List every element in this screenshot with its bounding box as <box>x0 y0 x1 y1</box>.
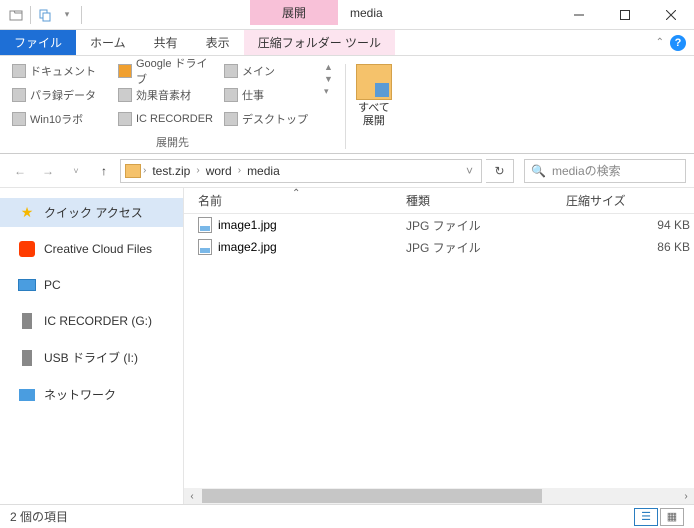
column-headers: 名前 種類 圧縮サイズ <box>184 188 694 214</box>
dest-main[interactable]: メイン <box>222 60 322 82</box>
dest-win10[interactable]: Win10ラボ <box>10 108 110 130</box>
image-file-icon <box>198 217 212 233</box>
file-list-area: ⌃ 名前 種類 圧縮サイズ image1.jpg JPG ファイル 94 KB … <box>184 188 694 504</box>
sidebar-item-creative-cloud[interactable]: Creative Cloud Files <box>0 235 183 263</box>
back-button[interactable]: ← <box>8 159 32 183</box>
column-header-type[interactable]: 種類 <box>406 192 556 209</box>
file-row[interactable]: image2.jpg JPG ファイル 86 KB <box>184 236 694 258</box>
dest-sfx[interactable]: 効果音素材 <box>116 84 216 106</box>
refresh-button[interactable]: ↻ <box>486 159 514 183</box>
tab-share[interactable]: 共有 <box>140 30 192 55</box>
crumb-media[interactable]: media <box>243 164 284 178</box>
dest-gdrive[interactable]: Google ドライブ <box>116 60 216 82</box>
scrollbar-thumb[interactable] <box>202 489 542 503</box>
status-bar: 2 個の項目 ☰ ▦ <box>0 504 694 528</box>
folder-icon <box>125 164 141 178</box>
folder-icon[interactable] <box>8 7 24 23</box>
sidebar-item-ic-recorder[interactable]: IC RECORDER (G:) <box>0 307 183 335</box>
close-button[interactable] <box>648 0 694 30</box>
navigation-pane: ★クイック アクセス Creative Cloud Files PC IC RE… <box>0 188 184 504</box>
sidebar-item-usb[interactable]: USB ドライブ (I:) <box>0 343 183 372</box>
sidebar-item-pc[interactable]: PC <box>0 271 183 299</box>
address-row: ← → ˅ ↑ › test.zip › word › media ˅ ↻ 🔍 … <box>0 154 694 188</box>
network-icon <box>18 387 36 403</box>
ribbon-collapse-icon[interactable]: ⌃ <box>656 37 664 48</box>
up-button[interactable]: ↑ <box>92 159 116 183</box>
details-view-button[interactable]: ☰ <box>634 508 658 526</box>
forward-button[interactable]: → <box>36 159 60 183</box>
status-item-count: 2 個の項目 <box>10 508 68 525</box>
separator <box>30 6 31 24</box>
tab-file[interactable]: ファイル <box>0 30 76 55</box>
chevron-right-icon[interactable]: › <box>196 165 199 176</box>
tab-compressed-tools[interactable]: 圧縮フォルダー ツール <box>244 30 395 55</box>
window-title: media <box>338 0 395 29</box>
search-input[interactable]: 🔍 mediaの検索 <box>524 159 686 183</box>
tab-home[interactable]: ホーム <box>76 30 140 55</box>
image-file-icon <box>198 239 212 255</box>
dest-documents[interactable]: ドキュメント <box>10 60 110 82</box>
view-toggles: ☰ ▦ <box>634 508 684 526</box>
column-header-size[interactable]: 圧縮サイズ <box>556 192 694 209</box>
copy-icon[interactable] <box>37 7 53 23</box>
title-bar: ▾ 展開 media <box>0 0 694 30</box>
context-tab-header: 展開 <box>250 0 338 25</box>
address-bar[interactable]: › test.zip › word › media ˅ <box>120 159 482 183</box>
icons-view-button[interactable]: ▦ <box>660 508 684 526</box>
window-controls <box>556 0 694 29</box>
crumb-zip[interactable]: test.zip <box>148 164 194 178</box>
address-dropdown-icon[interactable]: ˅ <box>462 164 477 178</box>
sort-indicator-icon: ⌃ <box>292 188 300 199</box>
help-area: ⌃ ? <box>656 30 694 55</box>
star-icon: ★ <box>18 205 36 221</box>
dest-scroll[interactable]: ▲▼▾ <box>322 60 335 99</box>
file-row[interactable]: image1.jpg JPG ファイル 94 KB <box>184 214 694 236</box>
chevron-right-icon[interactable]: › <box>143 165 146 176</box>
dest-para[interactable]: パラ録データ <box>10 84 110 106</box>
search-placeholder: mediaの検索 <box>552 162 621 179</box>
tab-view[interactable]: 表示 <box>192 30 244 55</box>
quick-access-toolbar: ▾ <box>0 0 90 29</box>
creative-cloud-icon <box>18 241 36 257</box>
ribbon: ドキュメント Google ドライブ メイン パラ録データ 効果音素材 仕事 W… <box>0 56 694 154</box>
dest-work[interactable]: 仕事 <box>222 84 322 106</box>
help-icon[interactable]: ? <box>670 35 686 51</box>
ribbon-tabs: ファイル ホーム 共有 表示 圧縮フォルダー ツール ⌃ ? <box>0 30 694 56</box>
search-icon: 🔍 <box>531 164 546 178</box>
group-label-destinations: 展開先 <box>10 134 335 150</box>
chevron-right-icon[interactable]: › <box>238 165 241 176</box>
maximize-button[interactable] <box>602 0 648 30</box>
extract-all-button[interactable]: すべて 展開 <box>356 60 392 153</box>
qa-dropdown-icon[interactable]: ▾ <box>59 7 75 23</box>
crumb-word[interactable]: word <box>202 164 236 178</box>
dest-rec[interactable]: IC RECORDER <box>116 108 216 130</box>
scroll-right-icon[interactable]: › <box>678 491 694 502</box>
sidebar-item-quick-access[interactable]: ★クイック アクセス <box>0 198 183 227</box>
ribbon-separator <box>345 64 346 149</box>
extract-all-icon <box>356 64 392 100</box>
pc-icon <box>18 277 36 293</box>
dest-desktop[interactable]: デスクトップ <box>222 108 322 130</box>
separator <box>81 6 82 24</box>
drive-icon <box>18 313 36 329</box>
ribbon-group-destinations: ドキュメント Google ドライブ メイン パラ録データ 効果音素材 仕事 W… <box>10 60 335 153</box>
scroll-left-icon[interactable]: ‹ <box>184 491 200 502</box>
usb-drive-icon <box>18 350 36 366</box>
recent-dropdown-icon[interactable]: ˅ <box>64 159 88 183</box>
sidebar-item-network[interactable]: ネットワーク <box>0 380 183 409</box>
horizontal-scrollbar[interactable]: ‹ › <box>184 488 694 504</box>
minimize-button[interactable] <box>556 0 602 30</box>
content-area: ★クイック アクセス Creative Cloud Files PC IC RE… <box>0 188 694 504</box>
